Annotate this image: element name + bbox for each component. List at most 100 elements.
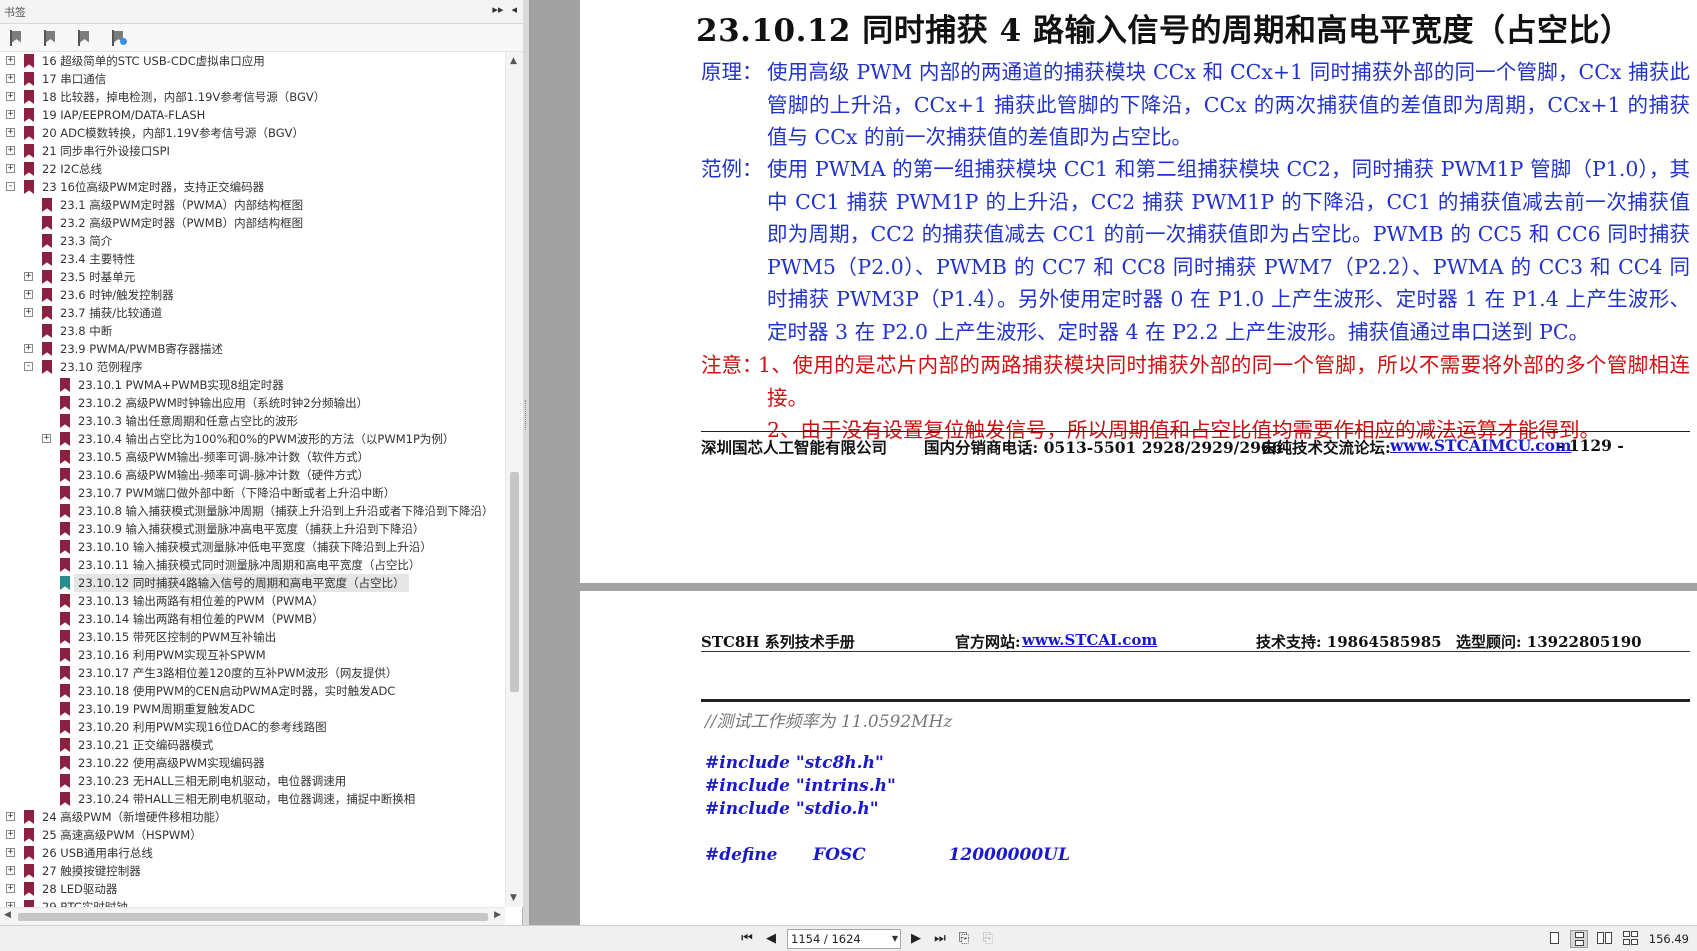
expand-icon[interactable]: + (6, 884, 15, 893)
bookmark-item[interactable]: 23.10.17 产生3路相位差120度的互补PWM波形（网友提供） (0, 664, 505, 682)
bookmark-item[interactable]: 23.10.3 输出任意周期和任意占空比的波形 (0, 412, 505, 430)
bookmark-item[interactable]: 23.10.7 PWM端口做外部中断（下降沿中断或者上升沿中断） (0, 484, 505, 502)
single-page-view-icon[interactable] (1546, 930, 1564, 948)
bookmark-item[interactable]: +23.9 PWMA/PWMB寄存器描述 (0, 340, 505, 358)
bookmark-item[interactable]: 23.10.15 带死区控制的PWM互补输出 (0, 628, 505, 646)
expand-icon[interactable]: + (24, 308, 33, 317)
bookmark-item[interactable]: - 23 16位高级PWM定时器，支持正交编码器 (0, 178, 505, 196)
bookmark-item[interactable]: 23.4 主要特性 (0, 250, 505, 268)
next-page-icon[interactable]: ▶ (907, 930, 925, 948)
scroll-up-icon[interactable]: ▲ (510, 56, 517, 66)
facing-view-icon[interactable] (1596, 930, 1614, 948)
panel-collapse-icon[interactable]: ◂ (511, 3, 517, 16)
bookmark-item[interactable]: +21 同步串行外设接口SPI (0, 142, 505, 160)
bookmark-options-icon[interactable] (8, 29, 26, 47)
footer-forum-link[interactable]: www.STCAIMCU.com (1390, 436, 1571, 455)
expand-icon[interactable]: + (6, 92, 15, 101)
collapse-icon[interactable]: - (24, 362, 33, 371)
bookmark-item[interactable]: - 23.10 范例程序 (0, 358, 505, 376)
bookmark-label: 23.10.22 使用高级PWM实现编码器 (78, 756, 265, 770)
scroll-left-icon[interactable]: ◀ (4, 910, 11, 920)
scroll-down-icon[interactable]: ▼ (510, 893, 517, 903)
previous-page-icon[interactable]: ◀ (762, 930, 780, 948)
bookmark-item[interactable]: 23.8 中断 (0, 322, 505, 340)
add-bookmark-icon[interactable] (76, 29, 94, 47)
bookmark-item[interactable]: +23.10.4 输出占空比为100%和0%的PWM波形的方法（以PWM1P为例… (0, 430, 505, 448)
panel-expand-icon[interactable]: ▸▸ (492, 3, 503, 16)
bookmark-item[interactable]: 23.3 简介 (0, 232, 505, 250)
horizontal-scroll-thumb[interactable] (18, 913, 488, 921)
header-site-link[interactable]: www.STCAI.com (1022, 631, 1157, 649)
first-page-icon[interactable]: ⏮ (738, 930, 756, 948)
expand-icon[interactable]: + (42, 434, 51, 443)
expand-icon[interactable]: + (6, 866, 15, 875)
expand-icon[interactable]: + (6, 110, 15, 119)
bookmark-item[interactable]: 23.10.18 使用PWM的CEN启动PWMA定时器，实时触发ADC (0, 682, 505, 700)
next-view-icon[interactable]: ⎘ (979, 930, 997, 948)
bookmark-item[interactable]: 23.10.11 输入捕获模式同时测量脉冲周期和高电平宽度（占空比） (0, 556, 505, 574)
bookmark-item[interactable]: +19 IAP/EEPROM/DATA-FLASH (0, 106, 505, 124)
zoom-level[interactable]: 156.49 (1649, 932, 1689, 946)
previous-view-icon[interactable]: ⎘ (955, 930, 973, 948)
bookmark-item[interactable]: 23.10.16 利用PWM实现互补SPWM (0, 646, 505, 664)
find-bookmark-icon[interactable] (110, 29, 128, 47)
scroll-thumb[interactable] (510, 472, 519, 692)
bookmark-item[interactable]: 23.10.20 利用PWM实现16位DAC的参考线路图 (0, 718, 505, 736)
bookmark-item[interactable]: +27 触摸按键控制器 (0, 862, 505, 880)
document-view[interactable]: 23.10.12 同时捕获 4 路输入信号的周期和高电平宽度（占空比） 原理： … (529, 0, 1697, 925)
bookmark-item[interactable]: 23.10.8 输入捕获模式测量脉冲周期（捕获上升沿到上升沿或者下降沿到下降沿） (0, 502, 505, 520)
scroll-right-icon[interactable]: ▶ (494, 910, 501, 920)
chevron-down-icon[interactable]: ▼ (892, 930, 898, 948)
bookmark-item[interactable]: 23.1 高级PWM定时器（PWMA）内部结构框图 (0, 196, 505, 214)
bookmark-item[interactable]: 23.10.23 无HALL三相无刷电机驱动，电位器调速用 (0, 772, 505, 790)
bookmark-item[interactable]: +18 比较器，掉电检测，内部1.19V参考信号源（BGV） (0, 88, 505, 106)
bookmark-vertical-scrollbar[interactable]: ▲ ▼ (505, 52, 523, 907)
bookmark-label: 25 高速高级PWM（HSPWM） (42, 828, 202, 842)
bookmark-item[interactable]: 23.10.6 高级PWM输出-频率可调-脉冲计数（硬件方式） (0, 466, 505, 484)
bookmark-item[interactable]: +17 串口通信 (0, 70, 505, 88)
bookmark-item[interactable]: 23.10.2 高级PWM时钟输出应用（系统时钟2分频输出） (0, 394, 505, 412)
page-number-field[interactable]: 1154 / 1624 ▼ (787, 929, 901, 949)
bookmark-item[interactable]: 23.10.9 输入捕获模式测量脉冲高电平宽度（捕获上升沿到下降沿） (0, 520, 505, 538)
bookmark-item-selected[interactable]: 23.10.12 同时捕获4路输入信号的周期和高电平宽度（占空比） (0, 574, 505, 592)
expand-icon[interactable]: + (6, 812, 15, 821)
bookmark-item[interactable]: 23.10.5 高级PWM输出-频率可调-脉冲计数（软件方式） (0, 448, 505, 466)
last-page-icon[interactable]: ⏭ (931, 930, 949, 948)
bookmark-item[interactable]: +23.6 时钟/触发控制器 (0, 286, 505, 304)
bookmark-item[interactable]: +29 RTC实时时钟 (0, 898, 505, 907)
expand-icon[interactable]: + (6, 128, 15, 137)
bookmark-item[interactable]: 23.10.24 带HALL三相无刷电机驱动，电位器调速，捕捉中断换相 (0, 790, 505, 808)
expand-icon[interactable]: + (6, 830, 15, 839)
expand-icon[interactable]: + (6, 146, 15, 155)
bookmark-item[interactable]: +23.7 捕获/比较通道 (0, 304, 505, 322)
bookmark-item[interactable]: +26 USB通用串行总线 (0, 844, 505, 862)
bookmark-item[interactable]: 23.10.10 输入捕获模式测量脉冲低电平宽度（捕获下降沿到上升沿） (0, 538, 505, 556)
bookmark-item[interactable]: +24 高级PWM（新增硬件移相功能） (0, 808, 505, 826)
bookmark-item[interactable]: +22 I2C总线 (0, 160, 505, 178)
bookmark-item[interactable]: +20 ADC模数转换，内部1.19V参考信号源（BGV） (0, 124, 505, 142)
expand-icon[interactable]: + (24, 344, 33, 353)
bookmark-item[interactable]: 23.10.1 PWMA+PWMB实现8组定时器 (0, 376, 505, 394)
collapse-icon[interactable]: - (6, 182, 15, 191)
bookmark-item[interactable]: 23.10.21 正交编码器模式 (0, 736, 505, 754)
bookmark-horizontal-scrollbar[interactable]: ◀ ▶ (0, 907, 505, 925)
bookmark-icon (42, 306, 52, 320)
bookmark-item[interactable]: 23.10.14 输出两路有相位差的PWM（PWMB） (0, 610, 505, 628)
expand-icon[interactable]: + (24, 290, 33, 299)
expand-icon[interactable]: + (6, 56, 15, 65)
bookmark-item[interactable]: 23.10.22 使用高级PWM实现编码器 (0, 754, 505, 772)
bookmark-item[interactable]: +28 LED驱动器 (0, 880, 505, 898)
expand-bookmark-icon[interactable] (42, 29, 60, 47)
bookmark-item[interactable]: +25 高速高级PWM（HSPWM） (0, 826, 505, 844)
bookmark-item[interactable]: 23.10.19 PWM周期重复触发ADC (0, 700, 505, 718)
bookmark-item[interactable]: 23.10.13 输出两路有相位差的PWM（PWMA） (0, 592, 505, 610)
expand-icon[interactable]: + (6, 74, 15, 83)
expand-icon[interactable]: + (6, 164, 15, 173)
expand-icon[interactable]: + (6, 848, 15, 857)
continuous-facing-view-icon[interactable] (1622, 930, 1640, 948)
bookmark-item[interactable]: +23.5 时基单元 (0, 268, 505, 286)
expand-icon[interactable]: + (24, 272, 33, 281)
continuous-view-icon[interactable] (1570, 930, 1588, 948)
bookmark-item[interactable]: 23.2 高级PWM定时器（PWMB）内部结构框图 (0, 214, 505, 232)
bookmark-item[interactable]: +16 超级简单的STC USB-CDC虚拟串口应用 (0, 52, 505, 70)
